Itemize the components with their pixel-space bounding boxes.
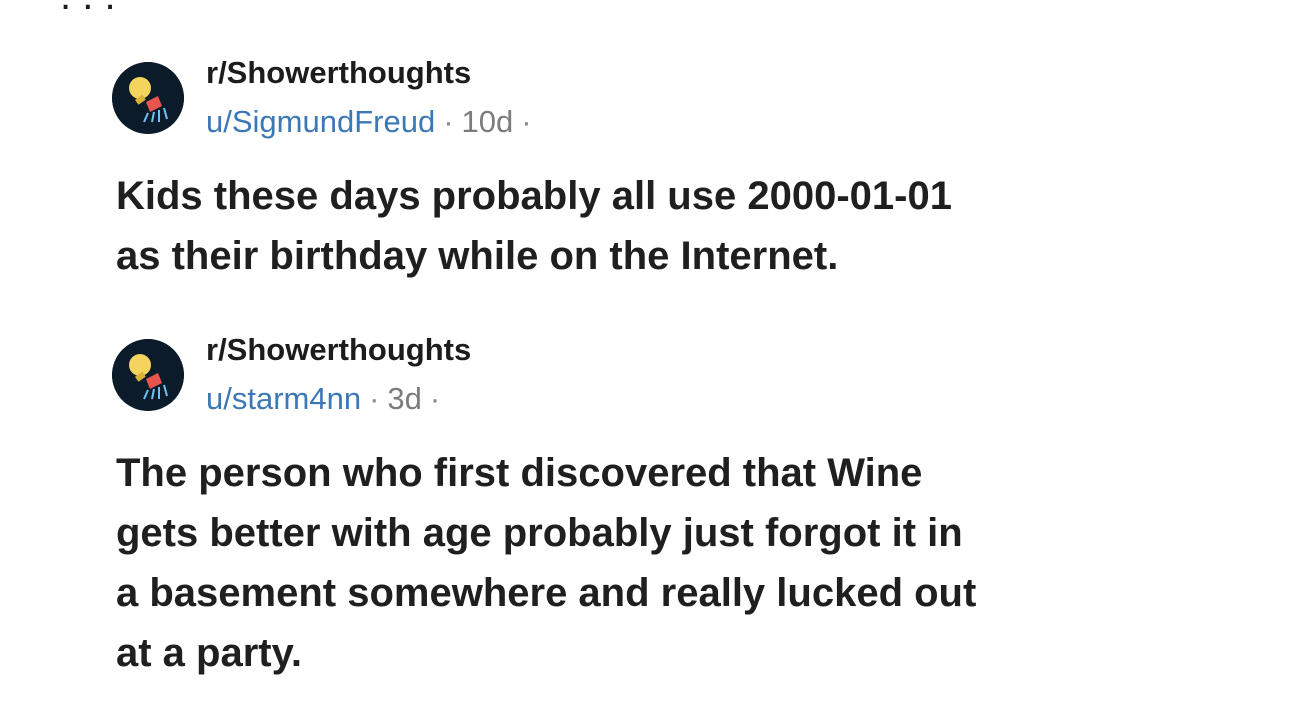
subreddit-avatar[interactable] [112,62,184,134]
separator-dot: · [443,104,454,139]
previous-post-cutoff: . . . [0,0,1302,10]
post-title-line: The person who first discovered that Win… [116,451,923,495]
username-link[interactable]: u/SigmundFreud [206,104,435,139]
post-title[interactable]: The person who first discovered that Win… [116,443,1236,683]
byline: u/SigmundFreud · 10d · [206,98,540,146]
post-meta: r/Showerthoughts u/SigmundFreud · 10d · [206,48,540,146]
separator-dot: · [521,104,532,139]
separator-dot: · [429,381,441,416]
separator-dot: · [369,381,380,416]
lightbulb-shower-icon [112,62,184,134]
post-title-line: gets better with age probably just forgo… [116,511,963,555]
byline: u/starm4nn · 3d · [206,375,471,423]
post-meta: r/Showerthoughts u/starm4nn · 3d · [206,325,471,423]
post-title-line: a basement somewhere and really lucked o… [116,571,977,615]
subreddit-name[interactable]: r/Showerthoughts [206,48,540,98]
lightbulb-shower-icon [112,339,184,411]
post-age: 10d [461,104,514,139]
post-title-line: as their birthday while on the Internet. [116,234,839,278]
post-title[interactable]: Kids these days probably all use 2000-01… [116,166,1236,286]
subreddit-name[interactable]: r/Showerthoughts [206,325,471,375]
post-title-line: Kids these days probably all use 2000-01… [116,174,952,218]
username-link[interactable]: u/starm4nn [206,381,361,416]
post-age: 3d [387,381,422,416]
subreddit-avatar[interactable] [112,339,184,411]
post-title-line: at a party. [116,631,302,675]
